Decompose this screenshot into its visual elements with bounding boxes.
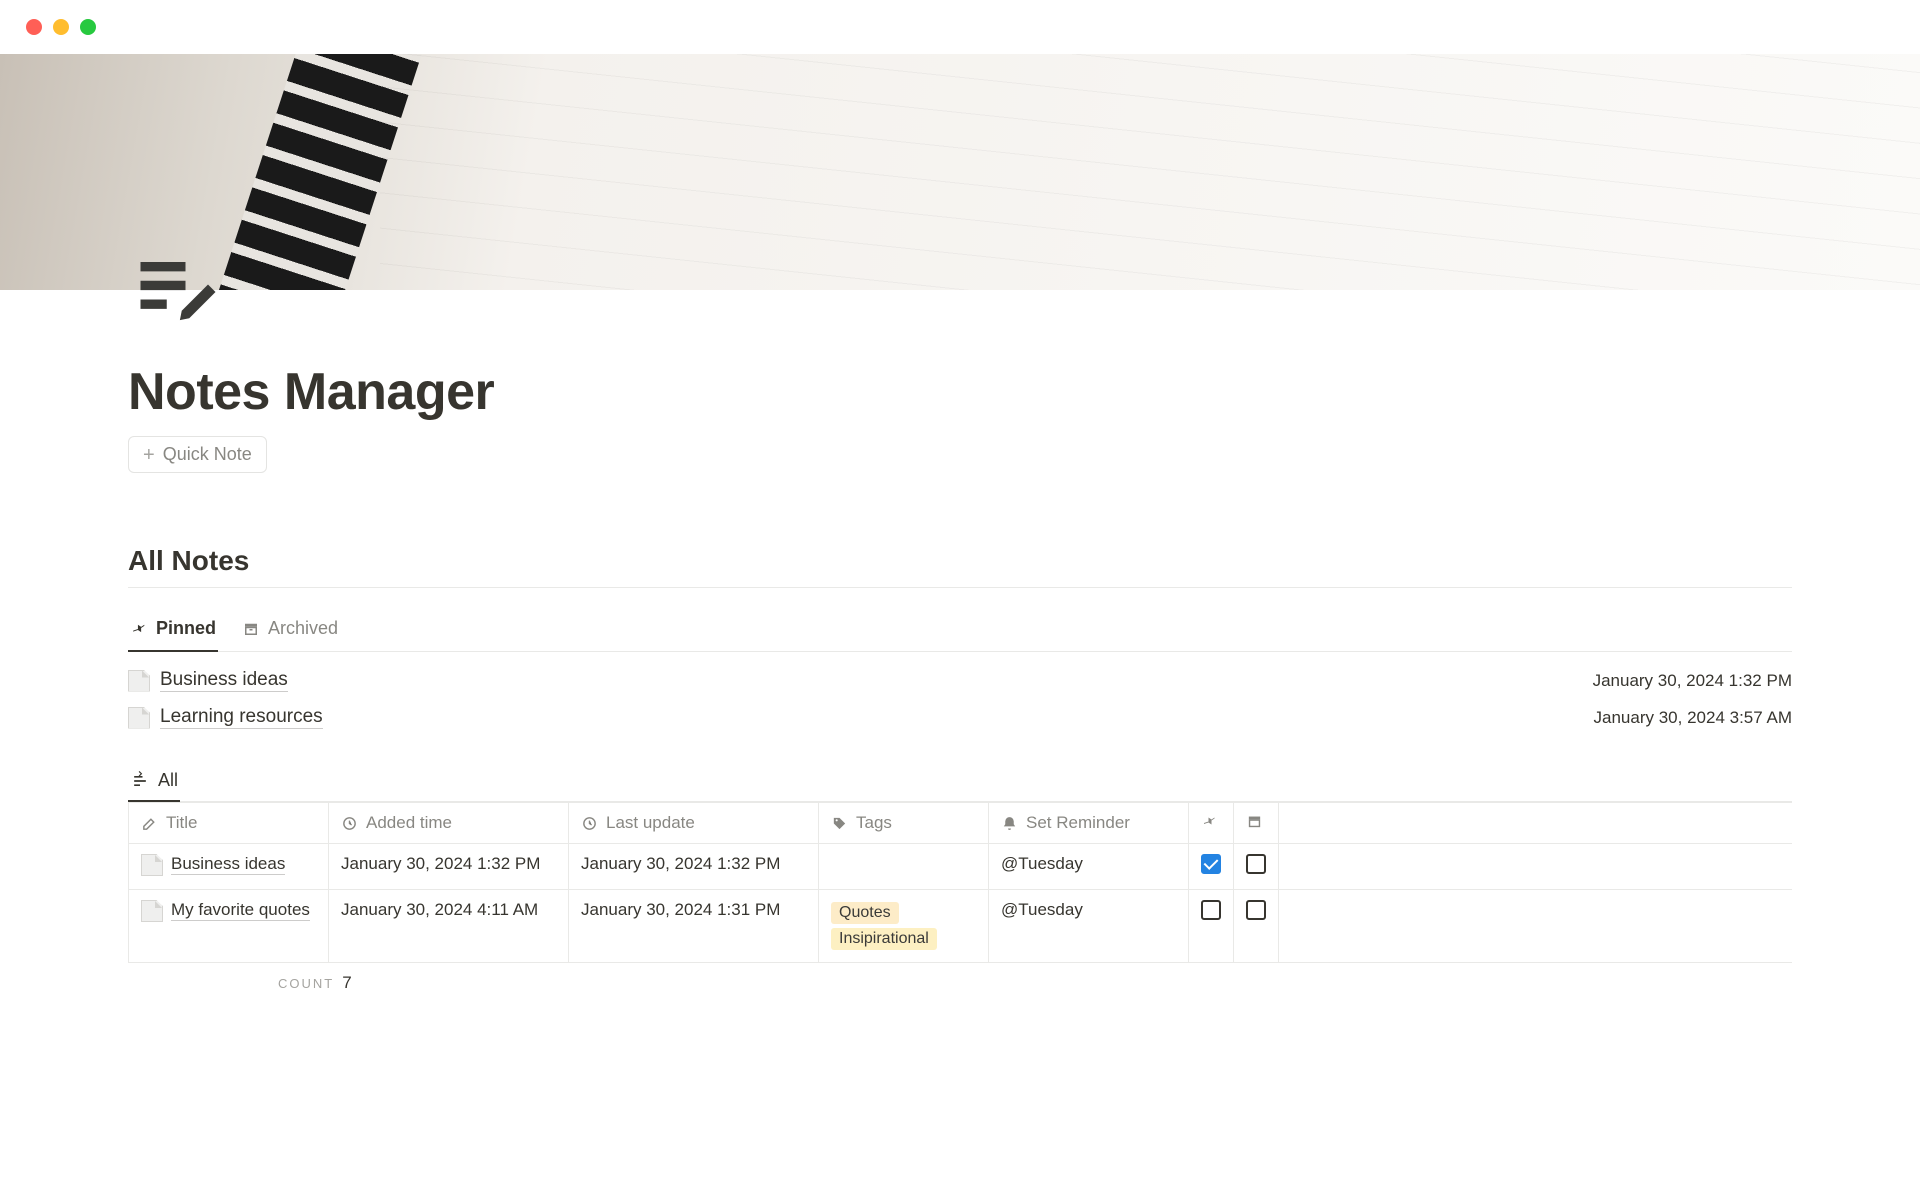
row-title: My favorite quotes — [171, 900, 310, 921]
notes-table: Title Added time Last update Tags Set Re… — [128, 802, 1792, 963]
tab-pinned[interactable]: Pinned — [128, 608, 218, 651]
quick-note-button[interactable]: + Quick Note — [128, 436, 267, 473]
pinned-item[interactable]: Business ideas January 30, 2024 1:32 PM — [128, 662, 1792, 699]
list-icon — [130, 771, 150, 791]
page-icon — [141, 854, 163, 876]
table-row[interactable]: Business ideas January 30, 2024 1:32 PM … — [129, 844, 1793, 890]
pinned-item-title: Business ideas — [160, 669, 288, 692]
row-update: January 30, 2024 1:32 PM — [569, 844, 819, 890]
row-reminder[interactable]: @Tuesday — [989, 844, 1189, 890]
pinned-item-title: Learning resources — [160, 706, 323, 729]
pinned-archived-tabs: Pinned Archived — [128, 608, 1792, 652]
row-added: January 30, 2024 4:11 AM — [329, 890, 569, 963]
quick-note-label: Quick Note — [163, 444, 252, 465]
page-title[interactable]: Notes Manager — [128, 290, 1792, 422]
archive-checkbox[interactable] — [1246, 900, 1266, 920]
page-icon — [128, 670, 150, 692]
pinned-item[interactable]: Learning resources January 30, 2024 3:57… — [128, 699, 1792, 736]
column-header-added[interactable]: Added time — [329, 803, 569, 844]
column-header-title[interactable]: Title — [129, 803, 329, 844]
row-tags[interactable]: Quotes Insipirational — [819, 890, 989, 963]
count-label: Count — [278, 976, 334, 991]
window-chrome — [0, 0, 1920, 54]
archive-icon — [242, 620, 260, 638]
view-tabs: All — [128, 762, 1792, 802]
row-update: January 30, 2024 1:31 PM — [569, 890, 819, 963]
row-added: January 30, 2024 1:32 PM — [329, 844, 569, 890]
column-header-tags[interactable]: Tags — [819, 803, 989, 844]
pinned-item-date: January 30, 2024 3:57 AM — [1594, 708, 1792, 728]
pin-icon — [130, 620, 148, 638]
view-tab-all[interactable]: All — [128, 762, 180, 801]
pinned-list: Business ideas January 30, 2024 1:32 PM … — [128, 662, 1792, 736]
pin-icon — [1201, 813, 1218, 830]
pin-checkbox[interactable] — [1201, 854, 1221, 874]
row-reminder[interactable]: @Tuesday — [989, 890, 1189, 963]
page-icon-edit[interactable] — [128, 242, 228, 342]
minimize-window-button[interactable] — [53, 19, 69, 35]
pin-checkbox[interactable] — [1201, 900, 1221, 920]
clock-icon — [341, 815, 358, 832]
section-title-all-notes: All Notes — [128, 545, 1792, 588]
archive-icon — [1246, 813, 1263, 830]
column-header-archive[interactable] — [1234, 803, 1279, 844]
tab-archived[interactable]: Archived — [240, 608, 340, 651]
tag-icon — [831, 815, 848, 832]
close-window-button[interactable] — [26, 19, 42, 35]
row-title: Business ideas — [171, 854, 285, 875]
column-spacer — [1279, 803, 1793, 844]
clock-icon — [581, 815, 598, 832]
page-icon — [141, 900, 163, 922]
tag-chip[interactable]: Insipirational — [831, 928, 937, 950]
table-row[interactable]: My favorite quotes January 30, 2024 4:11… — [129, 890, 1793, 963]
maximize-window-button[interactable] — [80, 19, 96, 35]
count-footer: Count 7 — [128, 963, 1792, 993]
tag-chip[interactable]: Quotes — [831, 902, 899, 924]
pinned-item-date: January 30, 2024 1:32 PM — [1593, 671, 1792, 691]
page-icon — [128, 707, 150, 729]
cover-image[interactable] — [0, 54, 1920, 290]
archive-checkbox[interactable] — [1246, 854, 1266, 874]
bell-icon — [1001, 815, 1018, 832]
column-header-reminder[interactable]: Set Reminder — [989, 803, 1189, 844]
column-header-pin[interactable] — [1189, 803, 1234, 844]
count-value: 7 — [342, 973, 351, 993]
plus-icon: + — [143, 445, 155, 465]
column-header-update[interactable]: Last update — [569, 803, 819, 844]
edit-icon — [141, 815, 158, 832]
row-tags[interactable] — [819, 844, 989, 890]
